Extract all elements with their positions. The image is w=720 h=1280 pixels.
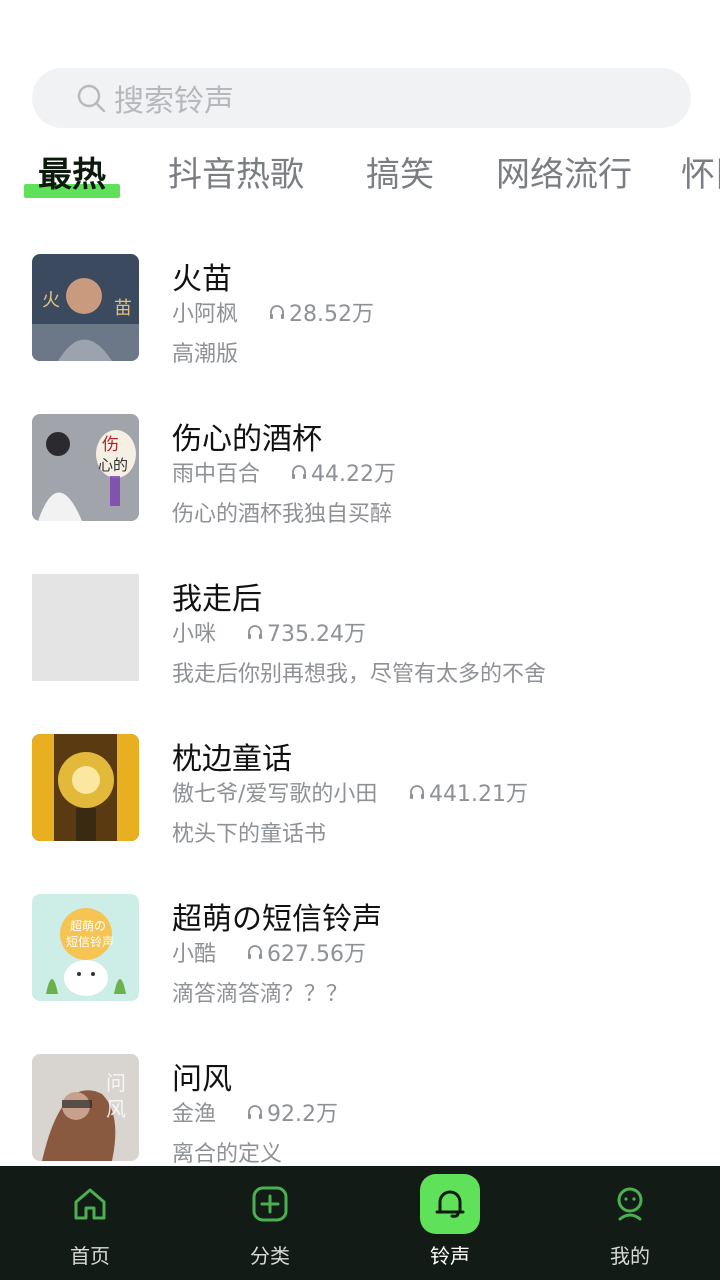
nav-mine-label: 我的 (610, 1244, 650, 1268)
song-description: 我走后你别再想我，尽管有太多的不舍 (172, 662, 547, 687)
headphones-icon (270, 305, 284, 319)
play-count: 28.52万 (268, 296, 374, 328)
svg-text:火: 火 (42, 290, 60, 311)
nav-ringtone[interactable]: 铃声 (360, 1166, 540, 1280)
category-tabs: 最热 抖音热歌 搞笑 网络流行 怀旧 (0, 150, 720, 210)
play-count: 441.21万 (408, 776, 528, 808)
headphones-icon (248, 1105, 262, 1119)
cover-image: 超萌の 短信铃声 (32, 894, 139, 1001)
song-description: 枕头下的童话书 (172, 822, 327, 847)
svg-text:苗: 苗 (114, 298, 132, 319)
play-count: 627.56万 (246, 936, 366, 968)
tab-funny[interactable]: 搞笑 (366, 150, 434, 210)
play-count-value: 735.24万 (267, 622, 366, 647)
cover-image: 问 风 (32, 1054, 139, 1161)
headphones-icon (248, 945, 262, 959)
list-item[interactable]: 我走后 小咪 735.24万 我走后你别再想我，尽管有太多的不舍 (0, 560, 720, 720)
song-description: 高潮版 (172, 342, 239, 367)
play-count-value: 92.2万 (267, 1102, 338, 1127)
song-artist: 小酷 (172, 942, 217, 967)
nav-home[interactable]: 首页 (0, 1166, 180, 1280)
tab-internet-popular[interactable]: 网络流行 (496, 150, 632, 210)
plus-square-icon (240, 1174, 300, 1234)
play-count: 44.22万 (290, 456, 396, 488)
list-item[interactable]: 火 苗 火苗 小阿枫 28.52万 高潮版 (0, 240, 720, 400)
tab-nostalgic[interactable]: 怀旧 (681, 150, 720, 210)
song-title: 问风 (172, 1062, 232, 1097)
nav-ringtone-label: 铃声 (430, 1244, 470, 1268)
list-item[interactable]: 伤 心的 伤心的酒杯 雨中百合 44.22万 伤心的酒杯我独自买醉 (0, 400, 720, 560)
bottom-nav: 首页 分类 铃声 我的 (0, 1166, 720, 1280)
tab-douyin-hits[interactable]: 抖音热歌 (168, 150, 304, 210)
search-icon (76, 83, 106, 113)
play-count-value: 44.22万 (311, 462, 396, 487)
play-count: 735.24万 (246, 616, 366, 648)
nav-category-label: 分类 (250, 1244, 290, 1268)
play-count-value: 441.21万 (429, 782, 528, 807)
song-description: 滴答滴答滴？？？ (172, 982, 349, 1007)
cover-image (32, 734, 139, 841)
headphones-icon (248, 625, 262, 639)
svg-text:短信铃声: 短信铃声 (66, 934, 114, 949)
list-item[interactable]: 超萌の 短信铃声 超萌の短信铃声 小酷 627.56万 滴答滴答滴？？？ (0, 880, 720, 1040)
song-artist: 雨中百合 (172, 462, 261, 487)
song-title: 枕边童话 (172, 742, 292, 777)
song-title: 伤心的酒杯 (172, 422, 322, 457)
song-artist: 小阿枫 (172, 302, 239, 327)
home-icon (60, 1174, 120, 1234)
play-count: 92.2万 (246, 1096, 338, 1128)
song-artist: 金渔 (172, 1102, 217, 1127)
song-artist: 傲七爷/爱写歌的小田 (172, 782, 378, 807)
svg-text:问: 问 (106, 1071, 126, 1095)
nav-mine[interactable]: 我的 (540, 1166, 720, 1280)
search-input[interactable]: 搜索铃声 (114, 76, 234, 120)
svg-text:风: 风 (106, 1097, 126, 1121)
svg-text:超萌の: 超萌の (70, 918, 106, 933)
song-description: 离合的定义 (172, 1142, 283, 1167)
cover-image: 伤 心的 (32, 414, 139, 521)
bell-icon (420, 1174, 480, 1234)
nav-category[interactable]: 分类 (180, 1166, 360, 1280)
play-count-value: 28.52万 (289, 302, 374, 327)
song-artist: 小咪 (172, 622, 217, 647)
song-title: 超萌の短信铃声 (172, 902, 382, 937)
search-bar[interactable]: 搜索铃声 (32, 68, 691, 128)
headphones-icon (292, 465, 306, 479)
svg-text:伤: 伤 (102, 435, 119, 455)
list-item[interactable]: 枕边童话 傲七爷/爱写歌的小田 441.21万 枕头下的童话书 (0, 720, 720, 880)
play-count-value: 627.56万 (267, 942, 366, 967)
song-description: 伤心的酒杯我独自买醉 (172, 502, 393, 527)
cover-placeholder (32, 574, 139, 681)
tab-hottest[interactable]: 最热 (38, 150, 106, 210)
nav-home-label: 首页 (70, 1244, 110, 1268)
song-title: 火苗 (172, 262, 232, 297)
svg-text:心的: 心的 (98, 456, 128, 474)
cover-image: 火 苗 (32, 254, 139, 361)
song-title: 我走后 (172, 582, 262, 617)
headphones-icon (410, 785, 424, 799)
user-icon (600, 1174, 660, 1234)
